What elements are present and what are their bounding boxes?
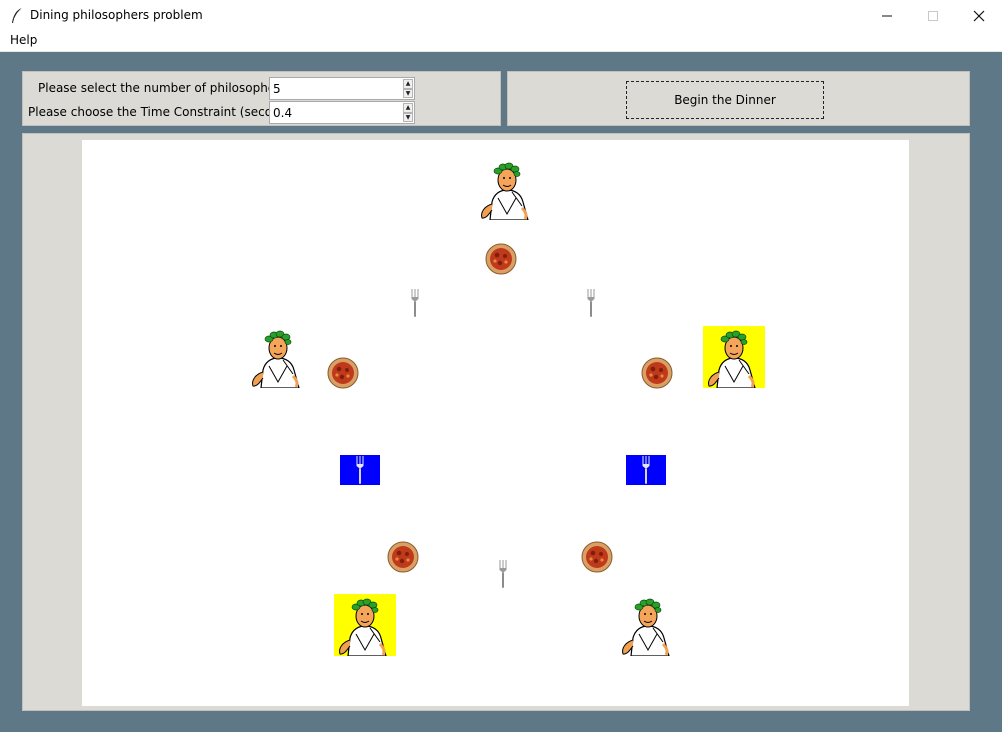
time-constraint-spinbox[interactable]: 0.4 ▲ ▼ bbox=[269, 101, 415, 124]
pizza-icon bbox=[327, 357, 359, 389]
minimize-icon bbox=[882, 15, 892, 16]
pizza-icon bbox=[641, 357, 673, 389]
philosopher-count-spinbox[interactable]: 5 ▲ ▼ bbox=[269, 77, 415, 100]
fork-icon bbox=[499, 560, 507, 588]
maximize-icon bbox=[928, 10, 938, 21]
fork-icon bbox=[356, 456, 364, 484]
philosopher-icon bbox=[621, 597, 671, 656]
minimize-button[interactable] bbox=[864, 0, 910, 31]
philosopher-icon bbox=[251, 329, 301, 388]
pizza-icon bbox=[387, 541, 419, 573]
pizza-icon bbox=[485, 243, 517, 275]
philosopher-count-value[interactable]: 5 bbox=[273, 82, 281, 96]
fork-icon bbox=[642, 456, 650, 484]
philosopher-icon-highlighted bbox=[703, 326, 765, 388]
philosopher-count-label: Please select the number of philosophers… bbox=[38, 81, 291, 95]
pizza-icon bbox=[581, 541, 613, 573]
spin-up-icon[interactable]: ▲ bbox=[403, 79, 413, 89]
close-button[interactable] bbox=[956, 0, 1002, 31]
window-title: Dining philosophers problem bbox=[30, 8, 203, 22]
fork-icon bbox=[411, 289, 419, 317]
begin-dinner-label: Begin the Dinner bbox=[674, 93, 776, 107]
feather-icon bbox=[12, 7, 23, 23]
time-constraint-label: Please choose the Time Constraint (secon… bbox=[28, 105, 303, 119]
close-icon bbox=[973, 10, 985, 21]
maximize-button[interactable] bbox=[910, 0, 956, 31]
philosopher-icon-highlighted bbox=[334, 594, 396, 656]
spin-up-icon[interactable]: ▲ bbox=[403, 103, 413, 113]
fork-icon bbox=[587, 289, 595, 317]
menu-help[interactable]: Help bbox=[8, 33, 39, 47]
menu-bar: Help bbox=[0, 31, 1002, 52]
time-constraint-value[interactable]: 0.4 bbox=[273, 106, 292, 120]
spin-down-icon[interactable]: ▼ bbox=[403, 88, 413, 98]
fork-in-use bbox=[340, 455, 380, 485]
fork-in-use bbox=[626, 455, 666, 485]
philosopher-icon bbox=[480, 161, 530, 220]
dinner-canvas bbox=[82, 140, 909, 706]
begin-dinner-button[interactable]: Begin the Dinner bbox=[626, 81, 824, 119]
spin-down-icon[interactable]: ▼ bbox=[403, 112, 413, 122]
